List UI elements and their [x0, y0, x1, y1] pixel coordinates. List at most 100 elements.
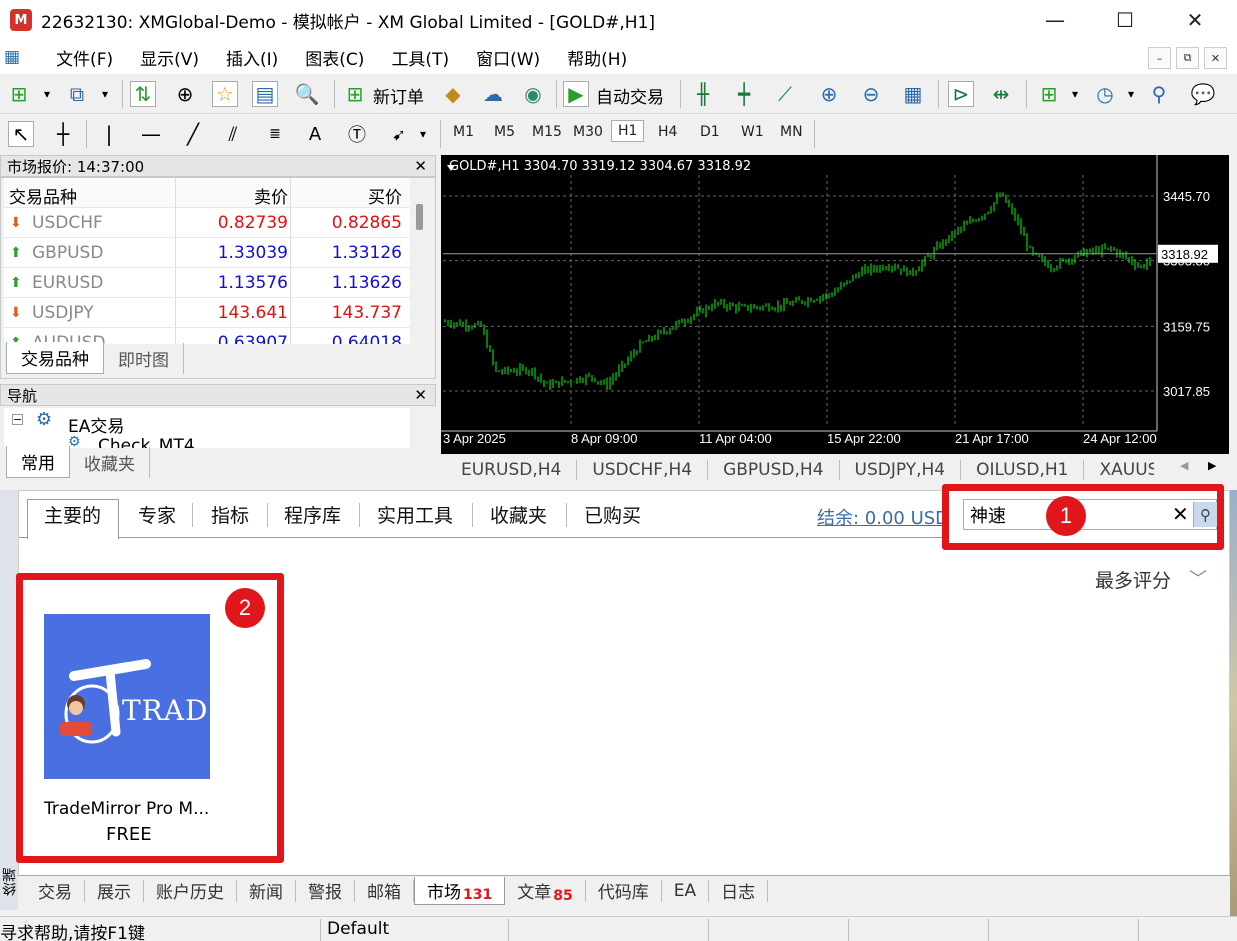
search-icon[interactable]: ⚲ — [1146, 81, 1172, 107]
tab-libraries[interactable]: 程序库 — [284, 501, 341, 528]
price-chart[interactable]: 3445.703303.803159.753017.853318.923 Apr… — [441, 155, 1229, 454]
crosshair-icon[interactable]: ┼ — [50, 121, 76, 147]
bar-chart-icon[interactable]: ╫ — [690, 81, 716, 107]
menu-charts[interactable]: 图表(C) — [305, 45, 364, 70]
tf-m30[interactable]: M30 — [573, 124, 603, 140]
tab-favorites[interactable]: 收藏夹 — [70, 447, 150, 478]
candlestick-icon[interactable]: ┿ — [731, 81, 757, 107]
indicators-icon[interactable]: ⊞ — [1036, 81, 1062, 107]
chevron-down-icon[interactable]: ▾ — [1062, 81, 1088, 107]
close-icon[interactable]: ✕ — [414, 386, 427, 404]
tree-collapse-icon[interactable]: − — [12, 414, 23, 425]
minimize-icon[interactable]: — — [1020, 0, 1090, 40]
profiles-icon[interactable]: ⧉ — [64, 81, 90, 107]
metaeditor-icon[interactable]: ◆ — [440, 81, 466, 107]
tab-tick-chart[interactable]: 即时图 — [104, 343, 184, 374]
menu-insert[interactable]: 插入(I) — [226, 45, 278, 70]
vertical-line-icon[interactable]: | — [96, 121, 122, 147]
tab-journal[interactable]: 日志 — [709, 879, 769, 903]
tf-h4[interactable]: H4 — [658, 124, 677, 140]
table-row[interactable]: ⬇ USDCHF 0.82739 0.82865 — [4, 208, 410, 238]
tab-trade[interactable]: 交易 — [18, 879, 85, 903]
tab-utilities[interactable]: 实用工具 — [377, 501, 453, 528]
trendline-icon[interactable]: ╱ — [180, 121, 206, 147]
tab-common[interactable]: 常用 — [6, 446, 70, 478]
chart-tab[interactable]: GBPUSD,H4 — [708, 460, 840, 480]
menu-tools[interactable]: 工具(T) — [391, 45, 449, 70]
tab-articles[interactable]: 文章 85 — [505, 879, 586, 904]
market-watch-icon[interactable]: ⇅ — [130, 81, 156, 107]
tab-mailbox[interactable]: 邮箱 — [355, 879, 414, 903]
tf-m1[interactable]: M1 — [453, 124, 474, 140]
menu-help[interactable]: 帮助(H) — [567, 45, 627, 70]
tab-experts-log[interactable]: EA — [662, 879, 710, 902]
new-order-icon[interactable]: ⊞ — [342, 81, 368, 107]
scrollbar-thumb[interactable] — [416, 204, 423, 230]
tf-w1[interactable]: W1 — [741, 124, 764, 140]
maximize-icon[interactable]: ☐ — [1090, 0, 1160, 40]
close-icon[interactable]: ✕ — [1160, 0, 1230, 40]
navigator-star-icon[interactable]: ☆ — [212, 81, 238, 107]
close-icon[interactable]: ✕ — [414, 157, 427, 175]
chevron-down-icon[interactable]: ▾ — [1118, 81, 1144, 107]
column-header-symbol[interactable]: 交易品种 — [9, 183, 77, 208]
chart-window-icon[interactable]: ▦ — [4, 47, 20, 67]
text-icon[interactable]: A — [302, 121, 328, 147]
table-row[interactable]: ⬇ USDJPY 143.641 143.737 — [4, 298, 410, 328]
tab-news[interactable]: 新闻 — [237, 879, 296, 903]
auto-trading-button[interactable]: 自动交易 — [596, 83, 664, 108]
line-chart-icon[interactable]: ⟋ — [772, 81, 798, 107]
chart-tab[interactable]: USDCHF,H4 — [577, 460, 709, 480]
tester-icon[interactable]: 🔍 — [294, 81, 320, 107]
zoom-out-icon[interactable]: ⊖ — [858, 81, 884, 107]
balance-link[interactable]: 结余: 0.00 USD — [817, 504, 949, 530]
crosshair-target-icon[interactable]: ⊕ — [172, 81, 198, 107]
tab-code-base[interactable]: 代码库 — [586, 879, 662, 903]
tab-indicators[interactable]: 指标 — [211, 501, 249, 528]
mdi-minimize-icon[interactable]: – — [1148, 47, 1171, 69]
column-header-ask[interactable]: 买价 — [368, 183, 402, 208]
tab-favorites[interactable]: 收藏夹 — [490, 501, 547, 528]
tab-symbols[interactable]: 交易品种 — [6, 342, 104, 374]
arrows-icon[interactable]: ➹ — [386, 121, 412, 147]
chat-icon[interactable]: 💬 — [1190, 81, 1216, 107]
menu-view[interactable]: 显示(V) — [140, 45, 199, 70]
tab-alerts[interactable]: 警报 — [296, 879, 355, 903]
column-header-bid[interactable]: 卖价 — [254, 183, 288, 208]
menu-window[interactable]: 窗口(W) — [476, 45, 540, 70]
fibonacci-icon[interactable]: ≣ — [262, 121, 288, 147]
menu-file[interactable]: 文件(F) — [56, 45, 113, 70]
tab-market[interactable]: 市场 131 — [414, 876, 506, 905]
chart-tab[interactable]: XAUUS — [1084, 460, 1154, 480]
tf-m5[interactable]: M5 — [494, 124, 515, 140]
tf-h1[interactable]: H1 — [611, 120, 645, 142]
chevron-down-icon[interactable]: ▾ — [34, 81, 60, 107]
tab-experts[interactable]: 专家 — [138, 501, 176, 528]
tab-purchased[interactable]: 已购买 — [584, 501, 641, 528]
new-order-button[interactable]: 新订单 — [373, 83, 424, 108]
chart-shift-icon[interactable]: ⇹ — [988, 81, 1014, 107]
tf-d1[interactable]: D1 — [700, 124, 720, 140]
sort-dropdown[interactable]: 最多评分 — [1095, 566, 1171, 593]
table-row[interactable]: ⬆ EURUSD 1.13576 1.13626 — [4, 268, 410, 298]
equidistant-channel-icon[interactable]: ⫽ — [220, 121, 246, 147]
scroll-left-icon[interactable]: ◀ — [1180, 459, 1188, 472]
tab-account-history[interactable]: 账户历史 — [144, 879, 237, 903]
zoom-in-icon[interactable]: ⊕ — [816, 81, 842, 107]
tab-main[interactable]: 主要的 — [44, 501, 101, 528]
tf-m15[interactable]: M15 — [532, 124, 562, 140]
chevron-down-icon[interactable]: ﹀ — [1189, 565, 1207, 591]
terminal-side-label[interactable]: 终端 — [0, 868, 18, 896]
tab-exposure[interactable]: 展示 — [85, 879, 144, 903]
horizontal-line-icon[interactable]: — — [138, 121, 164, 147]
mdi-restore-icon[interactable]: ⧉ — [1176, 47, 1199, 69]
tile-windows-icon[interactable]: ▦ — [900, 81, 926, 107]
auto-trading-icon[interactable]: ▶ — [563, 81, 589, 107]
chart-tab[interactable]: OILUSD,H1 — [961, 460, 1085, 480]
cursor-icon[interactable]: ↖ — [8, 121, 34, 147]
signals-icon[interactable]: ☁ — [480, 81, 506, 107]
chart-tab[interactable]: USDJPY,H4 — [840, 460, 962, 480]
vps-icon[interactable]: ◉ — [520, 81, 546, 107]
periods-clock-icon[interactable]: ◷ — [1092, 81, 1118, 107]
chart-tab[interactable]: EURUSD,H4 — [441, 460, 578, 480]
